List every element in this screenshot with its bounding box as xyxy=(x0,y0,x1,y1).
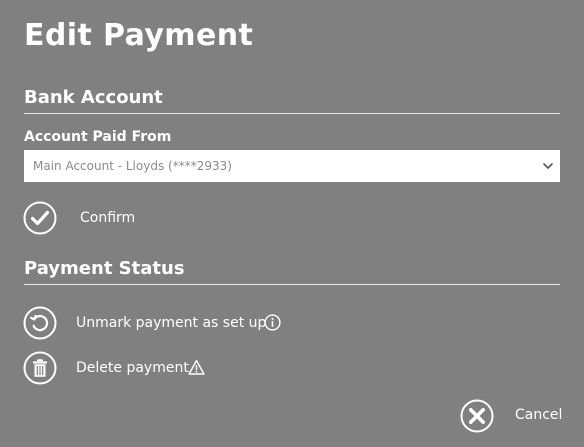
chevron-down-icon xyxy=(543,163,553,169)
payment-status-heading: Payment Status xyxy=(24,258,185,279)
bank-account-heading: Bank Account xyxy=(24,87,163,108)
unmark-payment-label: Unmark payment as set up xyxy=(76,315,267,331)
page-title: Edit Payment xyxy=(24,18,254,53)
warning-icon xyxy=(188,359,205,375)
check-circle-icon xyxy=(23,201,57,235)
cancel-button[interactable]: Cancel xyxy=(460,399,564,433)
close-circle-icon xyxy=(460,399,494,433)
delete-payment-label: Delete payment xyxy=(76,360,189,376)
account-paid-from-label: Account Paid From xyxy=(24,129,172,145)
info-icon[interactable] xyxy=(264,314,281,331)
payment-status-divider xyxy=(24,284,560,285)
bank-account-divider xyxy=(24,113,560,114)
delete-payment-button[interactable]: Delete payment xyxy=(23,351,189,385)
account-select-value: Main Account - Lloyds (****2933) xyxy=(33,159,232,173)
trash-icon xyxy=(23,351,57,385)
unmark-payment-button[interactable]: Unmark payment as set up xyxy=(23,306,267,340)
account-select[interactable]: Main Account - Lloyds (****2933) xyxy=(24,150,560,182)
undo-circle-icon xyxy=(23,306,57,340)
confirm-label: Confirm xyxy=(80,210,136,226)
cancel-label: Cancel xyxy=(515,407,563,423)
confirm-button[interactable]: Confirm xyxy=(23,201,143,235)
